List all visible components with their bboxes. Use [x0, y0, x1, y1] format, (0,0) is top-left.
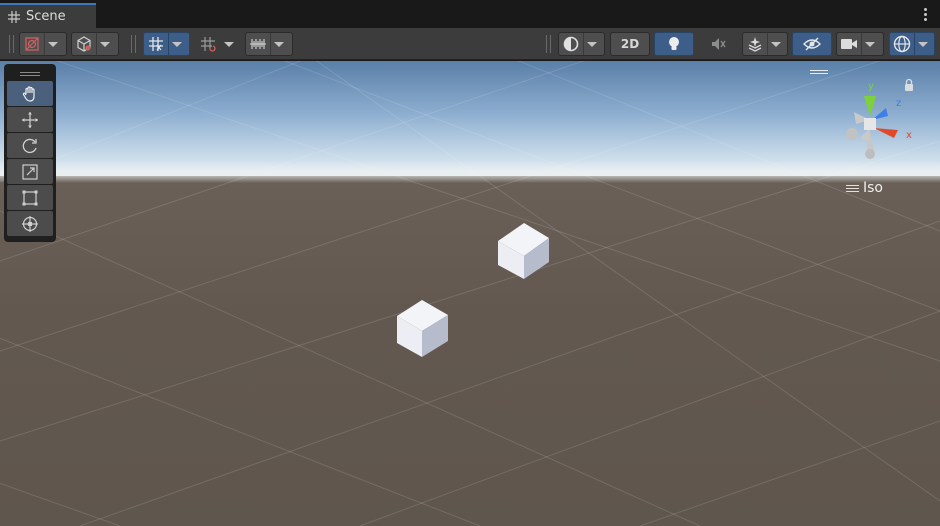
axis-y-label: y — [868, 81, 874, 92]
hand-icon — [22, 85, 35, 102]
chevron-down-icon[interactable] — [270, 33, 286, 55]
shading-mode-icon — [20, 33, 44, 55]
chevron-down-icon[interactable] — [861, 33, 877, 55]
scene-toolbar: 2D — [0, 28, 940, 60]
scale-icon — [22, 163, 38, 180]
chevron-down-icon[interactable] — [767, 33, 783, 55]
tab-scene[interactable]: Scene — [0, 3, 96, 28]
axis-x-cone[interactable] — [874, 128, 898, 138]
toolbar-grip[interactable] — [546, 35, 551, 53]
draw-mode-button[interactable] — [19, 32, 67, 56]
cube-object[interactable] — [498, 223, 549, 279]
cube-mode-icon — [72, 33, 96, 55]
rect-transform-icon — [22, 190, 38, 205]
lighting-toggle-button[interactable] — [654, 32, 694, 56]
cube-object[interactable] — [397, 300, 448, 357]
axis-x-label: x — [906, 130, 912, 141]
axis-y-cone[interactable] — [864, 96, 876, 116]
2d-toggle-button[interactable]: 2D — [610, 32, 650, 56]
tab-label: Scene — [26, 9, 66, 24]
increment-snap-icon — [196, 33, 220, 55]
gizmo-sphere-icon — [890, 33, 914, 55]
align-grid-icon — [246, 33, 270, 55]
chevron-down-icon[interactable] — [914, 33, 930, 55]
rotate-tool-button[interactable] — [7, 133, 53, 158]
move-tool-button[interactable] — [7, 107, 53, 132]
chevron-down-icon[interactable] — [583, 33, 599, 55]
increment-snap-button[interactable] — [195, 32, 241, 56]
rect-tool-button[interactable] — [7, 185, 53, 210]
gizmos-button[interactable] — [889, 32, 935, 56]
orientation-gizmo[interactable]: y z x — [830, 72, 930, 172]
chevron-down-icon[interactable] — [220, 33, 236, 55]
gizmo-center-cube[interactable] — [864, 118, 876, 130]
toolbar-grip[interactable] — [9, 35, 14, 53]
grid-icon — [8, 10, 20, 23]
align-grid-button[interactable] — [245, 32, 293, 56]
camera-button[interactable] — [836, 32, 884, 56]
more-vertical-icon[interactable] — [924, 8, 928, 22]
projection-toggle[interactable]: Iso — [846, 180, 883, 196]
scale-tool-button[interactable] — [7, 159, 53, 184]
axis-z-label: z — [896, 98, 901, 109]
audio-mute-icon — [706, 33, 730, 55]
grid-snapping-icon — [144, 33, 168, 55]
lightbulb-icon — [662, 33, 686, 55]
toolbar-grip[interactable] — [131, 35, 136, 53]
visibility-off-icon — [800, 33, 824, 55]
scene-viewport[interactable] — [0, 61, 940, 526]
audio-toggle-button[interactable] — [698, 32, 738, 56]
render-mode-button[interactable] — [71, 32, 119, 56]
chevron-down-icon[interactable] — [168, 33, 184, 55]
lock-icon[interactable] — [905, 78, 913, 92]
hidden-objects-button[interactable] — [792, 32, 832, 56]
move-arrows-icon — [22, 111, 38, 128]
rotate-icon — [22, 138, 37, 153]
tool-palette — [4, 64, 56, 242]
menu-lines-icon — [846, 183, 859, 194]
effects-icon — [743, 33, 767, 55]
hand-tool-button[interactable] — [7, 81, 53, 106]
effects-button[interactable] — [742, 32, 788, 56]
scene-objects — [397, 223, 549, 357]
chevron-down-icon[interactable] — [96, 33, 112, 55]
palette-drag-handle[interactable] — [7, 67, 53, 81]
transform-tool-button[interactable] — [7, 211, 53, 236]
camera-icon — [837, 33, 861, 55]
chevron-down-icon[interactable] — [44, 33, 60, 55]
sphere-shading-icon — [559, 33, 583, 55]
gizmo-menu-icon[interactable] — [810, 70, 828, 78]
scene-view-mode-button[interactable] — [558, 32, 605, 56]
projection-label: Iso — [863, 180, 883, 196]
grid-snap-button[interactable] — [143, 32, 190, 56]
tab-strip: Scene — [0, 0, 940, 28]
transform-icon — [22, 215, 38, 232]
